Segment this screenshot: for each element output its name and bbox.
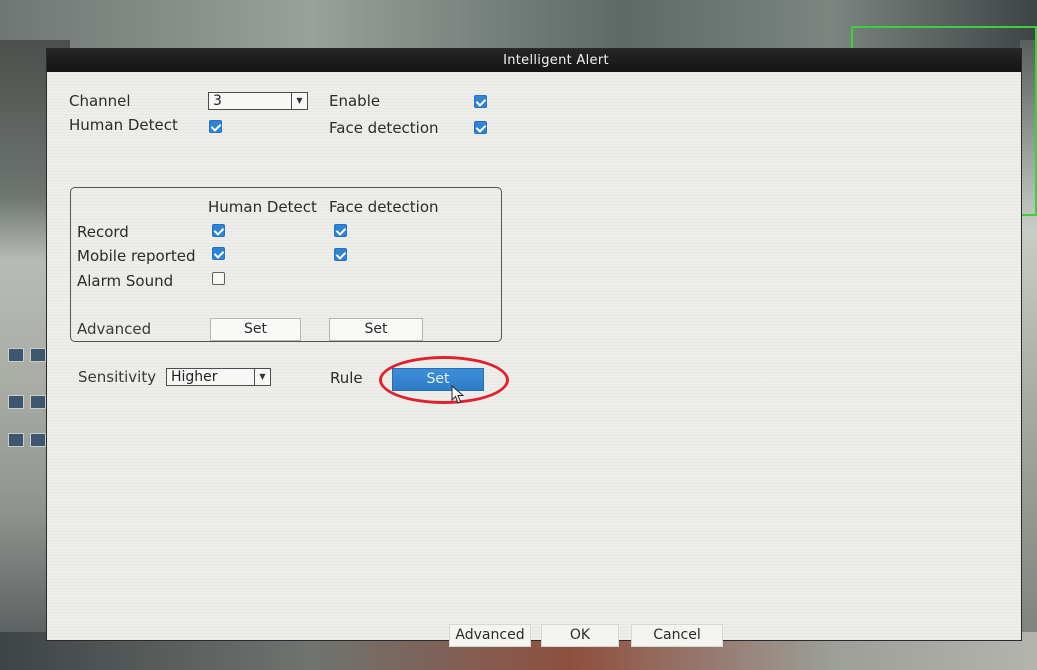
rule-label: Rule bbox=[330, 369, 363, 387]
dialog-titlebar: Intelligent Alert bbox=[47, 49, 1021, 72]
building-window bbox=[30, 395, 46, 409]
set-face-detection-button[interactable]: Set bbox=[329, 318, 423, 341]
ok-button[interactable]: OK bbox=[541, 624, 619, 647]
mouse-pointer-icon bbox=[451, 385, 465, 404]
sensitivity-label: Sensitivity bbox=[78, 368, 157, 386]
set-human-detect-button[interactable]: Set bbox=[210, 318, 301, 341]
face-detection-label: Face detection bbox=[329, 119, 439, 137]
chevron-down-icon[interactable]: ▼ bbox=[254, 369, 270, 385]
row-label-mobile-reported: Mobile reported bbox=[77, 247, 196, 265]
channel-label: Channel bbox=[69, 92, 131, 110]
enable-label: Enable bbox=[329, 92, 381, 110]
dialog-panel: Channel 3 ▼ Enable Human Detect Face det… bbox=[47, 72, 1021, 647]
sensitivity-select[interactable]: Higher ▼ bbox=[166, 368, 271, 386]
building-window bbox=[8, 395, 24, 409]
building-window bbox=[8, 348, 24, 362]
intelligent-alert-dialog: Intelligent Alert Channel 3 ▼ Enable Hum… bbox=[47, 49, 1021, 647]
row-label-record: Record bbox=[77, 223, 129, 241]
chevron-down-icon[interactable]: ▼ bbox=[291, 93, 307, 109]
alarm-actions-group: Human Detect Face detection Record Mobil… bbox=[70, 187, 502, 342]
building-window bbox=[30, 348, 46, 362]
footer-advanced-button[interactable]: Advanced bbox=[449, 624, 531, 647]
channel-select[interactable]: 3 ▼ bbox=[208, 92, 308, 110]
column-header-face-detection: Face detection bbox=[329, 198, 439, 216]
highlight-ring bbox=[379, 356, 509, 404]
enable-checkbox[interactable] bbox=[474, 95, 487, 108]
column-header-human-detect: Human Detect bbox=[208, 198, 317, 216]
building-window bbox=[30, 433, 46, 447]
record-face-checkbox[interactable] bbox=[334, 224, 347, 237]
row-label-alarm-sound: Alarm Sound bbox=[77, 272, 174, 290]
alarm-sound-human-checkbox[interactable] bbox=[212, 272, 225, 285]
human-detect-label: Human Detect bbox=[69, 116, 178, 134]
dialog-title: Intelligent Alert bbox=[503, 53, 609, 68]
building-window bbox=[8, 433, 24, 447]
sensitivity-value: Higher bbox=[171, 369, 218, 385]
mobile-reported-face-checkbox[interactable] bbox=[334, 248, 347, 261]
face-detection-checkbox[interactable] bbox=[474, 121, 487, 134]
mobile-reported-human-checkbox[interactable] bbox=[212, 247, 225, 260]
cancel-button[interactable]: Cancel bbox=[631, 624, 723, 647]
human-detect-checkbox[interactable] bbox=[209, 120, 222, 133]
record-human-checkbox[interactable] bbox=[212, 224, 225, 237]
channel-value: 3 bbox=[213, 93, 222, 109]
advanced-row-label: Advanced bbox=[77, 320, 152, 338]
